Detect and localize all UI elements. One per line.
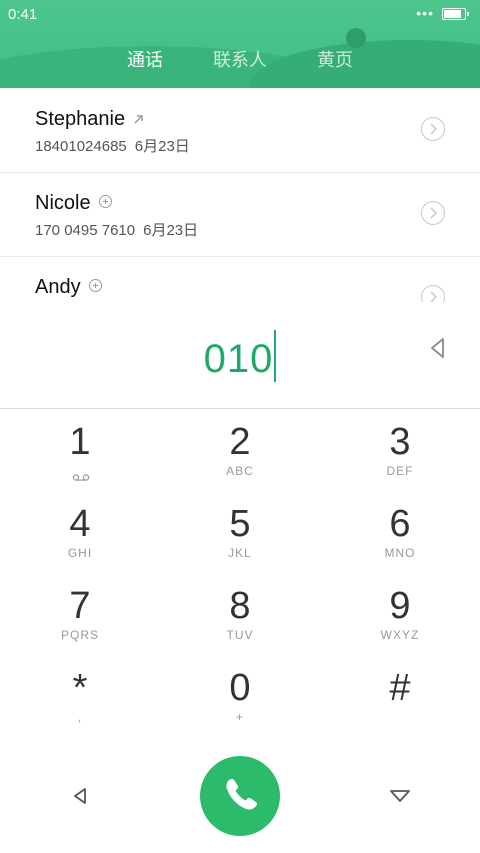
dial-display: 010 [0, 302, 480, 409]
call-log-list: Stephanie 18401024685 6月23日 Nicole 170 04… [0, 88, 480, 302]
contact-name: Andy [35, 276, 102, 299]
call-detail-button[interactable] [421, 285, 445, 302]
key-6[interactable]: 6 MNO [320, 492, 480, 574]
tab-bar: 通话 联系人 黄页 [0, 46, 480, 70]
voicemail-icon [72, 468, 90, 481]
phone-number: 170 0495 7610 [35, 222, 136, 239]
back-button[interactable] [66, 782, 94, 810]
chevron-right-icon [430, 207, 438, 219]
tab-contacts[interactable]: 联系人 [213, 46, 267, 72]
key-4[interactable]: 4 GHI [0, 492, 160, 574]
call-detail-button[interactable] [421, 117, 445, 141]
header-decoration [346, 28, 366, 48]
header: 0:41 ••• 通话 联系人 黄页 [0, 0, 480, 88]
key-9[interactable]: 9 WXYZ [320, 574, 480, 656]
triangle-left-icon [74, 788, 86, 804]
key-2[interactable]: 2 ABC [160, 410, 320, 492]
backspace-icon [431, 338, 444, 358]
key-5[interactable]: 5 JKL [160, 492, 320, 574]
outgoing-arrow-icon [133, 108, 144, 131]
call-log-row[interactable]: Andy [0, 256, 480, 302]
key-3[interactable]: 3 DEF [320, 410, 480, 492]
chevron-right-icon [430, 123, 438, 135]
add-contact-icon[interactable] [88, 279, 102, 293]
signal-dots-icon: ••• [416, 5, 434, 21]
tab-yellow-pages[interactable]: 黄页 [317, 46, 353, 72]
call-meta: 170 0495 7610 6月23日 [35, 219, 198, 240]
contact-name: Nicole [35, 192, 112, 215]
tab-calls[interactable]: 通话 [127, 46, 163, 72]
phone-number: 18401024685 [35, 138, 127, 155]
battery-icon [442, 8, 469, 20]
call-date: 6月23日 [143, 222, 199, 239]
backspace-button[interactable] [428, 337, 448, 359]
dial-input[interactable]: 010 [0, 330, 480, 382]
add-contact-icon[interactable] [98, 195, 112, 209]
phone-icon [226, 778, 258, 810]
call-date: 6月23日 [134, 138, 190, 155]
call-meta: 18401024685 6月23日 [35, 135, 190, 156]
key-7[interactable]: 7 PQRS [0, 574, 160, 656]
key-1[interactable]: 1 [0, 410, 160, 492]
key-star[interactable]: * , [0, 656, 160, 738]
triangle-down-icon [390, 790, 410, 802]
status-bar: 0:41 ••• [8, 5, 472, 24]
call-detail-button[interactable] [421, 201, 445, 225]
key-hash[interactable]: # [320, 656, 480, 738]
key-0[interactable]: 0 + [160, 656, 320, 738]
keypad: 1 2 ABC 3 DEF 4 GHI 5 JKL 6 MNO 7 PQRS 8… [0, 410, 480, 740]
key-8[interactable]: 8 TUV [160, 574, 320, 656]
bottom-bar [0, 756, 480, 836]
call-log-row[interactable]: Stephanie 18401024685 6月23日 [0, 88, 480, 173]
call-log-row[interactable]: Nicole 170 0495 7610 6月23日 [0, 172, 480, 257]
text-cursor [274, 330, 277, 382]
chevron-right-icon [430, 291, 438, 302]
call-button[interactable] [200, 756, 280, 836]
contact-name: Stephanie [35, 108, 144, 131]
hide-keypad-button[interactable] [386, 782, 414, 810]
status-time: 0:41 [8, 6, 38, 23]
